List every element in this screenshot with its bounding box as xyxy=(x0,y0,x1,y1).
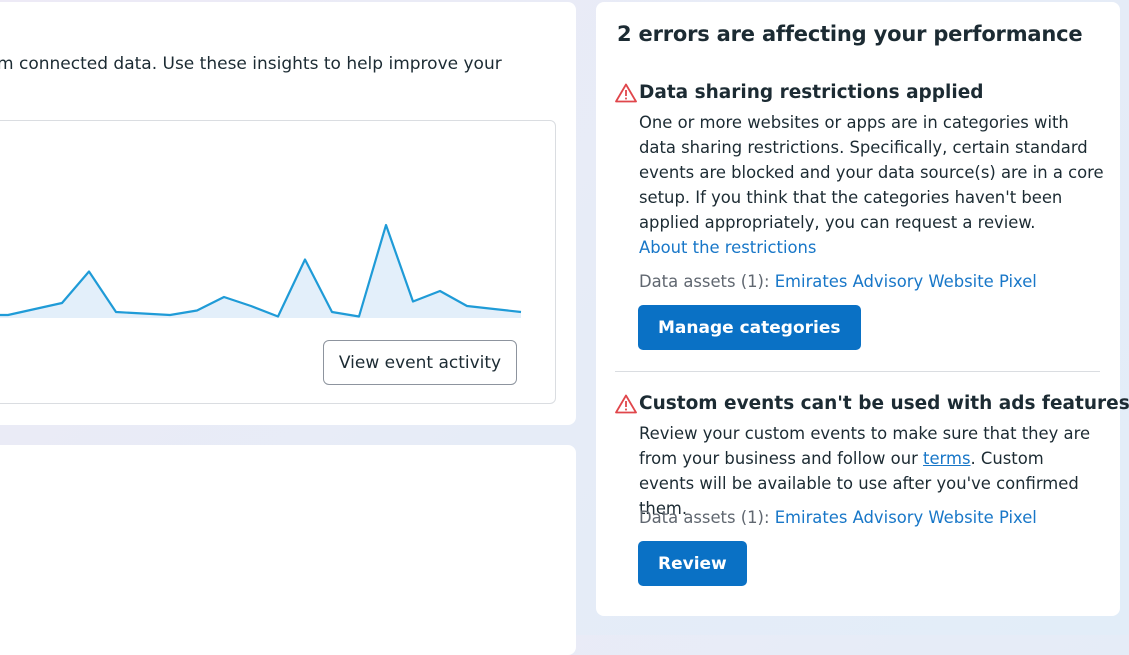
pixel-asset-link[interactable]: Emirates Advisory Website Pixel xyxy=(775,508,1037,527)
error-title: Data sharing restrictions applied xyxy=(639,82,984,103)
manage-categories-button[interactable]: Manage categories xyxy=(638,305,861,350)
data-assets-label: Data assets (1): xyxy=(639,272,775,291)
event-chart: View event activity xyxy=(0,120,556,404)
data-assets-label: Data assets (1): xyxy=(639,508,775,527)
event-insights-card: rom connected data. Use these insights t… xyxy=(0,2,576,425)
secondary-card xyxy=(0,445,576,655)
insights-intro-text: rom connected data. Use these insights t… xyxy=(0,52,576,76)
terms-link[interactable]: terms xyxy=(923,449,970,468)
divider xyxy=(615,371,1100,372)
chart-area-fill xyxy=(0,225,521,318)
data-assets-row: Data assets (1): Emirates Advisory Websi… xyxy=(639,508,1037,527)
view-event-activity-button[interactable]: View event activity xyxy=(323,340,517,385)
review-button[interactable]: Review xyxy=(638,541,747,586)
error-heading-data-sharing: Data sharing restrictions applied xyxy=(615,82,984,103)
pixel-asset-link[interactable]: Emirates Advisory Website Pixel xyxy=(775,272,1037,291)
error-title: Custom events can't be used with ads fea… xyxy=(639,393,1129,414)
warning-icon xyxy=(615,83,637,103)
error-description: Review your custom events to make sure t… xyxy=(639,421,1104,521)
data-assets-row: Data assets (1): Emirates Advisory Websi… xyxy=(639,272,1037,291)
error-description-text: One or more websites or apps are in cate… xyxy=(639,113,1104,232)
errors-panel-title: 2 errors are affecting your performance xyxy=(617,22,1082,46)
error-description: One or more websites or apps are in cate… xyxy=(639,110,1104,260)
warning-icon xyxy=(615,394,637,414)
error-heading-custom-events: Custom events can't be used with ads fea… xyxy=(615,393,1129,414)
errors-panel: 2 errors are affecting your performance … xyxy=(596,2,1120,616)
about-restrictions-link[interactable]: About the restrictions xyxy=(639,238,816,257)
